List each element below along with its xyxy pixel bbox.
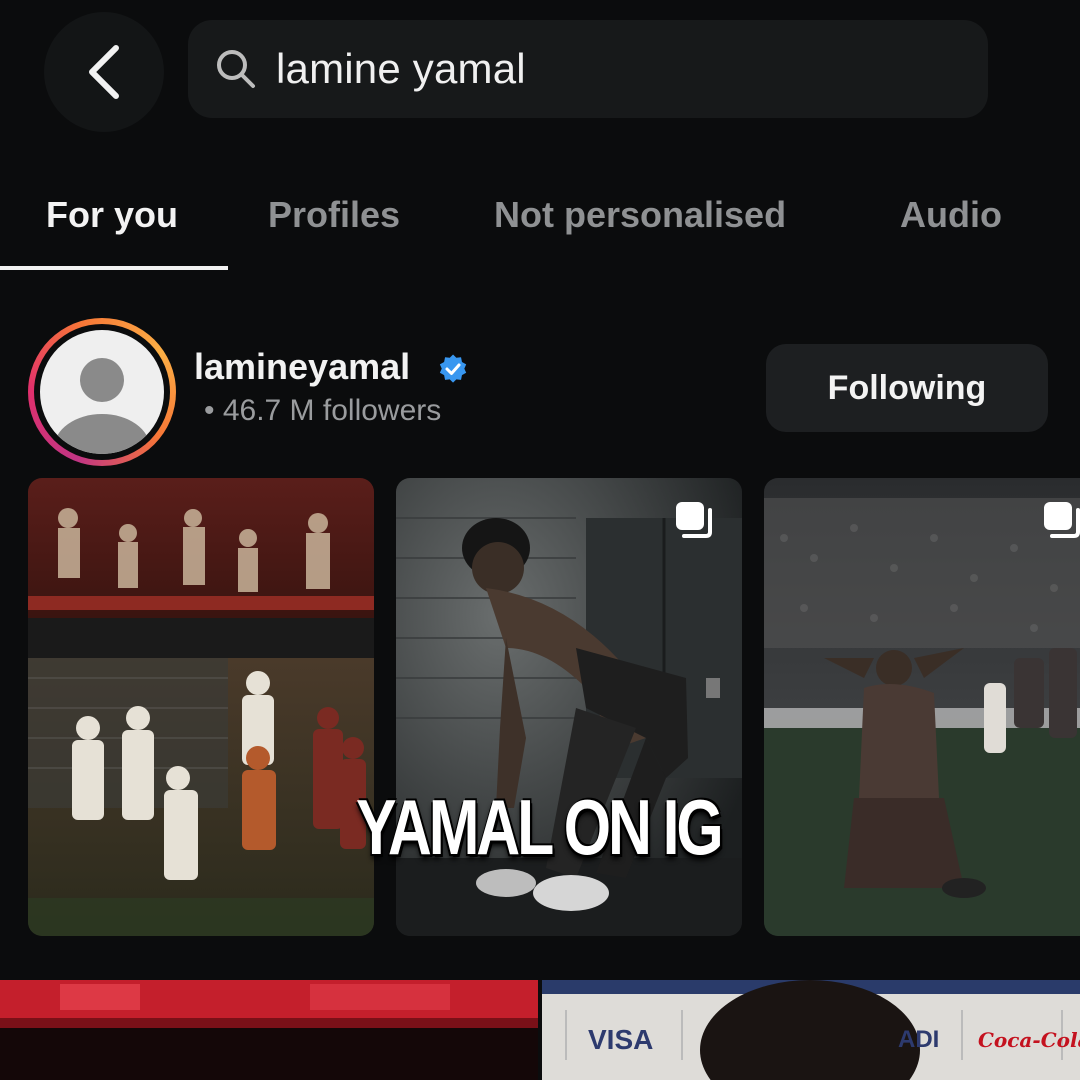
following-button[interactable]: Following: [766, 344, 1048, 432]
sponsor-logo-cocacola: Coca-Cola: [978, 1028, 1080, 1052]
multiple-images-icon: [676, 502, 712, 538]
story-ring[interactable]: [28, 318, 176, 466]
default-avatar-icon: [54, 358, 150, 454]
post-thumbnail-celebration[interactable]: [28, 478, 374, 936]
post-image-stadium-celebration: [764, 478, 1080, 936]
tab-not-personalised[interactable]: Not personalised: [494, 194, 786, 236]
follower-count: • 46.7 M followers: [204, 394, 442, 427]
verified-badge-icon: [439, 354, 467, 383]
sponsor-logo-visa: VISA: [588, 1024, 654, 1055]
multiple-images-icon: [1044, 502, 1080, 538]
video-caption-overlay: YAMAL ON IG: [356, 783, 724, 871]
profile-username[interactable]: lamineyamal: [194, 346, 410, 388]
post-thumbnail-stadium[interactable]: [764, 478, 1080, 936]
active-tab-indicator: [0, 266, 228, 270]
post-thumbnail-next-left[interactable]: [0, 980, 538, 1080]
tab-profiles[interactable]: Profiles: [268, 194, 400, 236]
tab-audio[interactable]: Audio: [900, 194, 1002, 236]
search-icon: [217, 50, 255, 88]
post-image-team-celebration: [28, 478, 374, 936]
back-button[interactable]: [44, 12, 164, 132]
chevron-left-icon: [89, 45, 119, 99]
tab-for-you[interactable]: For you: [46, 194, 178, 236]
avatar[interactable]: [40, 330, 164, 454]
post-thumbnail-next-right[interactable]: VISA ADI Coca-Cola: [542, 980, 1080, 1080]
post-image-red-banner: [0, 980, 538, 1080]
sponsor-logo-adi: ADI: [898, 1026, 940, 1053]
search-query: lamine yamal: [276, 45, 526, 92]
search-input[interactable]: lamine yamal: [188, 20, 988, 118]
search-tabs: For you Profiles Not personalised Audio: [0, 180, 1080, 272]
